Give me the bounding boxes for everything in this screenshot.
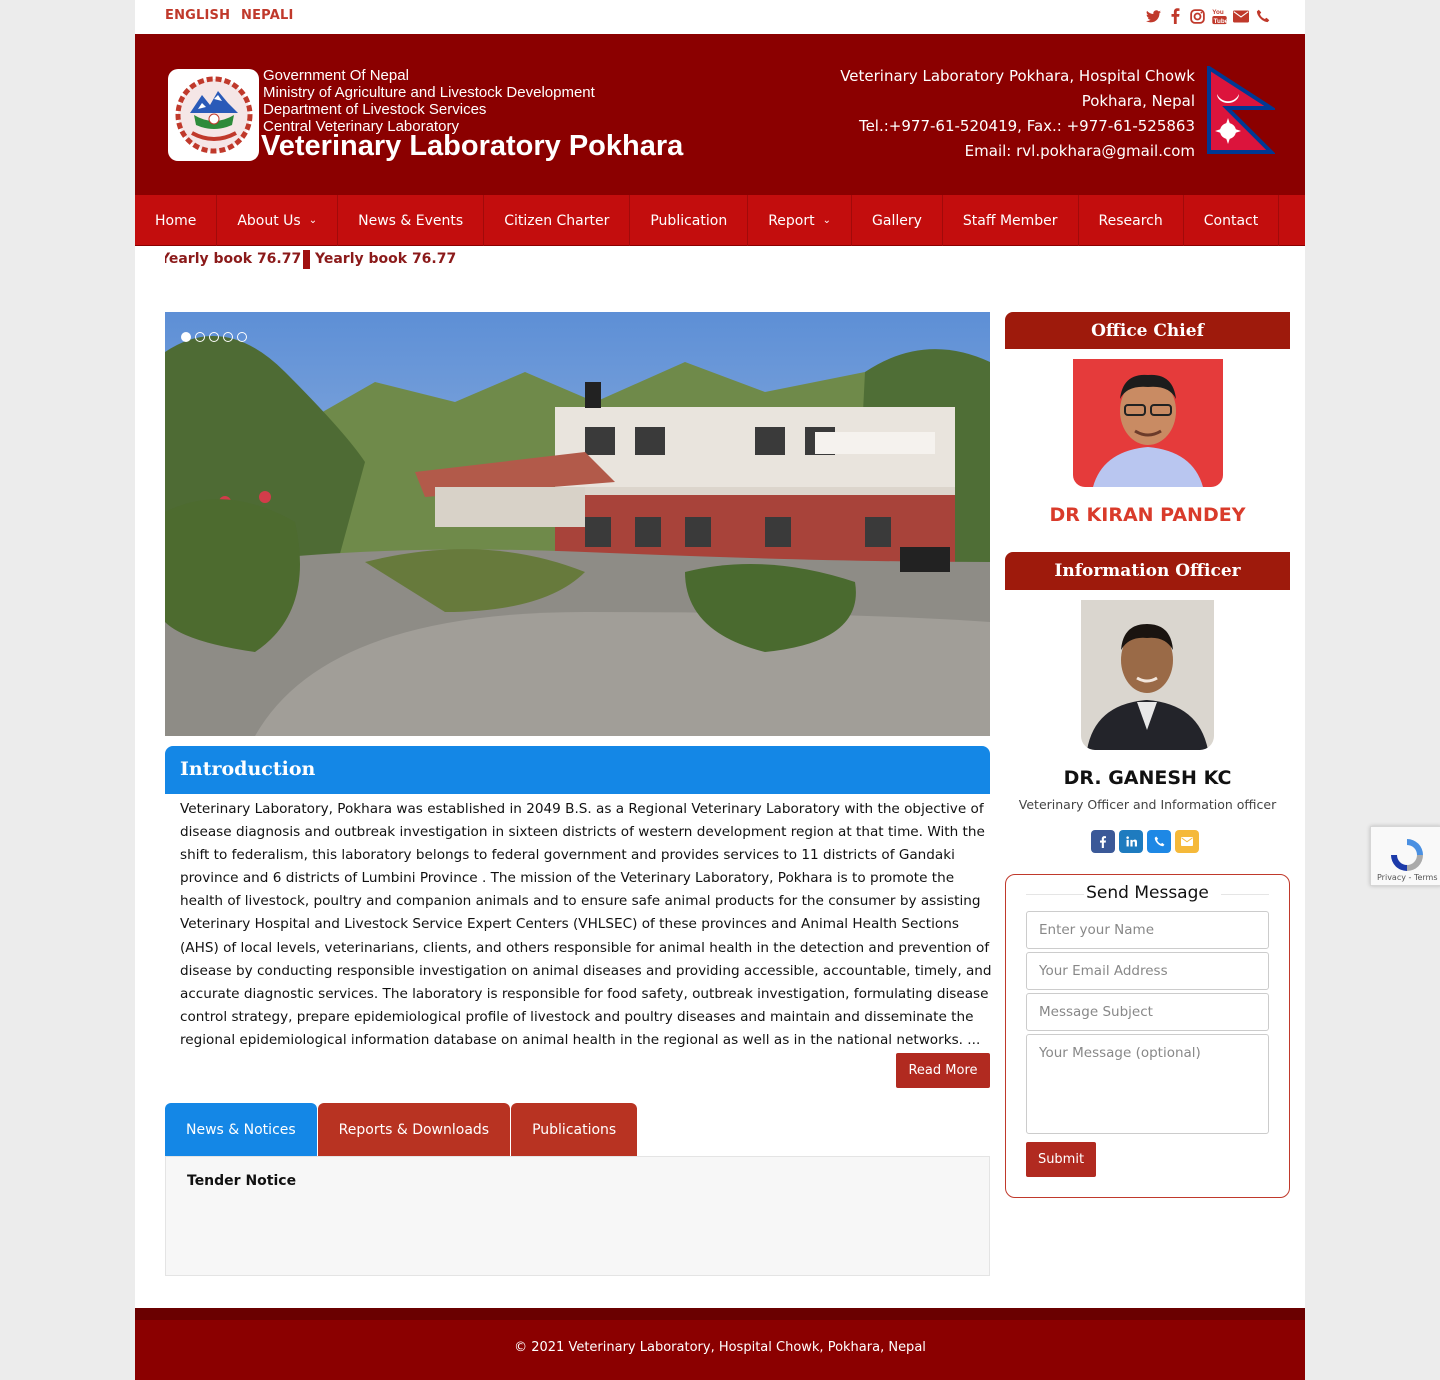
- office-chief-heading: Office Chief: [1005, 312, 1290, 349]
- information-officer-role: Veterinary Officer and Information offic…: [1018, 797, 1277, 812]
- phone-icon[interactable]: [1147, 830, 1171, 853]
- email-input[interactable]: Your Email Address: [1026, 952, 1269, 990]
- twitter-icon[interactable]: [1145, 6, 1161, 26]
- nepal-flag-icon: [1207, 64, 1278, 158]
- social-links: You Tube: [1145, 6, 1271, 26]
- introduction-text: Veterinary Laboratory, Pokhara was estab…: [180, 801, 992, 1048]
- nav-publication[interactable]: Publication: [630, 195, 749, 246]
- gov-line: Government Of Nepal: [263, 67, 409, 84]
- youtube-icon[interactable]: You Tube: [1211, 6, 1227, 26]
- tab-news-notices[interactable]: News & Notices: [165, 1103, 317, 1156]
- ticker-item[interactable]: Yearly book 76.77: [165, 251, 301, 267]
- envelope-icon[interactable]: [1175, 830, 1199, 853]
- instagram-icon[interactable]: [1189, 6, 1205, 26]
- notice-item[interactable]: Tender Notice: [187, 1173, 296, 1189]
- introduction-heading: Introduction: [165, 746, 990, 794]
- footer-copyright: © 2021 Veterinary Laboratory, Hospital C…: [514, 1340, 926, 1355]
- office-chief-photo: [1073, 359, 1223, 487]
- government-lines: Government Of Nepal Ministry of Agricult…: [263, 67, 595, 135]
- read-more-button[interactable]: Read More: [896, 1053, 990, 1088]
- lang-nepali-link[interactable]: NEPALI: [241, 8, 293, 23]
- recaptcha-badge[interactable]: Privacy - Terms: [1370, 826, 1440, 886]
- main-nav: Home About Us ⌄ News & Events Citizen Cha…: [135, 195, 1305, 246]
- slider-dot[interactable]: [223, 332, 233, 342]
- information-officer-photo: [1081, 600, 1214, 750]
- content-tabs: News & Notices Reports & Downloads Publi…: [165, 1103, 638, 1156]
- nav-label: Publication: [650, 212, 728, 229]
- officer-contact-links: [1091, 830, 1199, 853]
- recaptcha-icon: [1391, 839, 1423, 871]
- slider-dots: [181, 332, 247, 342]
- form-title: Send Message: [1086, 883, 1209, 903]
- facebook-icon[interactable]: [1167, 6, 1183, 26]
- name-input[interactable]: Enter your Name: [1026, 911, 1269, 949]
- news-ticker: Yearly book 76.77 Yearly book 76.77: [165, 248, 565, 272]
- subject-input[interactable]: Message Subject: [1026, 993, 1269, 1031]
- linkedin-icon[interactable]: [1119, 830, 1143, 853]
- tab-reports-downloads[interactable]: Reports & Downloads: [317, 1103, 511, 1156]
- address-line: Pokhara, Nepal: [1081, 92, 1195, 110]
- nav-about-us[interactable]: About Us ⌄: [217, 195, 339, 246]
- chevron-down-icon: ⌄: [308, 215, 318, 226]
- nav-label: About Us: [237, 212, 301, 229]
- email: Email: rvl.pokhara@gmail.com: [964, 142, 1195, 160]
- send-message-form: Send Message Enter your Name Your Email …: [1005, 874, 1290, 1198]
- nav-label: Citizen Charter: [504, 212, 610, 229]
- ticker-item[interactable]: Yearly book 76.77: [315, 251, 456, 267]
- nav-label: Gallery: [872, 212, 922, 229]
- phone-icon[interactable]: [1255, 6, 1271, 26]
- site-footer: © 2021 Veterinary Laboratory, Hospital C…: [135, 1308, 1305, 1380]
- tab-publications[interactable]: Publications: [511, 1103, 638, 1156]
- header-contact: Veterinary Laboratory Pokhara, Hospital …: [840, 64, 1195, 164]
- nav-report[interactable]: Report ⌄: [748, 195, 853, 246]
- address-line: Veterinary Laboratory Pokhara, Hospital …: [840, 67, 1195, 85]
- nav-label: Report: [768, 212, 815, 229]
- lang-english-link[interactable]: ENGLISH: [165, 8, 230, 23]
- svg-text:You: You: [1212, 9, 1224, 16]
- nav-label: Research: [1098, 212, 1163, 229]
- page-wrapper: ENGLISH NEPALI You Tube Government Of Ne…: [135, 0, 1305, 1380]
- site-title: Veterinary Laboratory Pokhara: [261, 130, 684, 162]
- nav-label: Home: [155, 212, 197, 229]
- message-textarea[interactable]: Your Message (optional): [1026, 1034, 1269, 1134]
- office-chief-name: DR KIRAN PANDEY: [1049, 504, 1246, 526]
- information-officer-heading: Information Officer: [1005, 552, 1290, 590]
- gov-line: Department of Livestock Services: [263, 101, 487, 118]
- facebook-icon[interactable]: [1091, 830, 1115, 853]
- nav-contact[interactable]: Contact: [1184, 195, 1280, 246]
- nav-label: Staff Member: [962, 212, 1058, 229]
- slider-dot[interactable]: [237, 332, 247, 342]
- nav-citizen-charter[interactable]: Citizen Charter: [484, 195, 631, 246]
- nepal-emblem-logo[interactable]: [168, 69, 259, 161]
- slider-dot[interactable]: [209, 332, 219, 342]
- site-header: Government Of Nepal Ministry of Agricult…: [135, 34, 1305, 195]
- envelope-icon[interactable]: [1233, 6, 1249, 26]
- ticker-separator: [303, 250, 310, 269]
- gov-line: Ministry of Agriculture and Livestock De…: [263, 84, 595, 101]
- chevron-down-icon: ⌄: [822, 215, 832, 226]
- nav-research[interactable]: Research: [1079, 195, 1184, 246]
- tel-fax: Tel.:+977-61-520419, Fax.: +977-61-52586…: [858, 117, 1195, 135]
- submit-button[interactable]: Submit: [1026, 1142, 1096, 1177]
- nav-home[interactable]: Home: [135, 195, 218, 246]
- nav-news-events[interactable]: News & Events: [338, 195, 485, 246]
- top-bar: ENGLISH NEPALI You Tube: [135, 0, 1305, 34]
- tab-panel: Tender Notice: [165, 1156, 990, 1276]
- information-officer-name: DR. GANESH KC: [1063, 767, 1232, 789]
- recaptcha-label[interactable]: Privacy - Terms: [1377, 873, 1438, 882]
- slide-image-laboratory-building: [165, 312, 990, 736]
- svg-text:Tube: Tube: [1213, 18, 1226, 25]
- nav-label: Contact: [1203, 212, 1259, 229]
- nav-label: News & Events: [358, 212, 464, 229]
- nav-gallery[interactable]: Gallery: [852, 195, 943, 246]
- slider-dot[interactable]: [195, 332, 205, 342]
- image-slider[interactable]: [165, 312, 990, 736]
- nav-staff-member[interactable]: Staff Member: [943, 195, 1079, 246]
- slider-dot[interactable]: [181, 332, 191, 342]
